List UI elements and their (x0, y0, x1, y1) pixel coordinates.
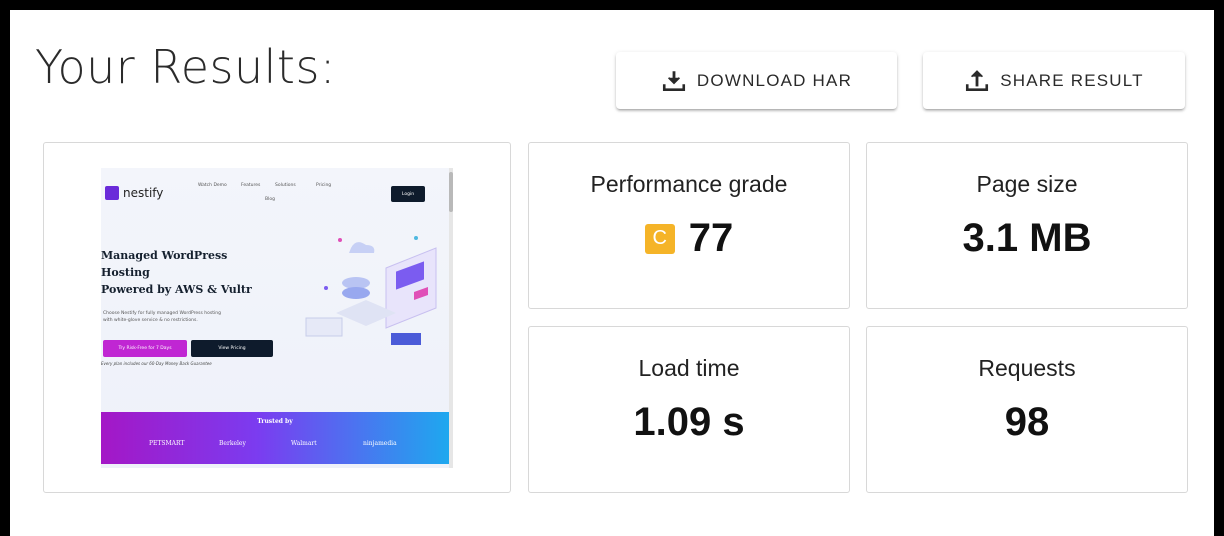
site-cta-secondary: View Pricing (191, 340, 273, 357)
results-panel: Your Results: DOWNLOAD HAR SHARE RESULT … (10, 10, 1214, 536)
page-size-value: 3.1 MB (962, 216, 1092, 260)
page-size-label: Page size (976, 171, 1078, 197)
download-icon (662, 70, 685, 91)
load-time-label: Load time (638, 355, 740, 381)
site-subtext: Choose Nestify for fully managed WordPre… (103, 310, 221, 324)
load-time-card: Load time 1.09 s (528, 326, 850, 493)
requests-value: 98 (1004, 400, 1050, 444)
performance-grade-value: C 77 (644, 216, 734, 261)
site-headline: Managed WordPress Hosting Powered by AWS… (101, 247, 252, 298)
share-result-label: SHARE RESULT (1000, 70, 1144, 90)
screenshot-scroll-thumb (449, 172, 453, 212)
brand-logo: PETSMART (149, 440, 185, 447)
trusted-by-band: Trusted by PETSMART Berkeley Walmart nin… (101, 412, 449, 464)
site-login-button: Login (391, 186, 425, 202)
screenshot-scrollbar (449, 168, 453, 468)
requests-label: Requests (978, 355, 1076, 381)
brand-logo: Walmart (291, 440, 317, 447)
trusted-by-title: Trusted by (257, 418, 293, 425)
brand-logo: ninjamedia (363, 440, 397, 447)
site-nav-item: Watch Demo (198, 183, 227, 188)
download-har-button[interactable]: DOWNLOAD HAR (616, 52, 897, 109)
site-logo-text: nestify (123, 186, 164, 200)
requests-card: Requests 98 (866, 326, 1188, 493)
isometric-illustration (305, 236, 437, 345)
brand-logo: Berkeley (219, 440, 246, 447)
performance-grade-label: Performance grade (590, 171, 788, 197)
nestify-logo-icon (105, 186, 119, 200)
site-nav-item: Blog (265, 197, 275, 202)
site-nav-item: Features (241, 183, 261, 188)
website-screenshot-card: nestify Watch Demo Features Solutions Pr… (43, 142, 511, 493)
performance-grade-card: Performance grade C 77 (528, 142, 850, 309)
subtext-line: with white-glove service & no restrictio… (103, 318, 198, 323)
headline-line: Powered by AWS & Vultr (101, 283, 252, 296)
page-title: Your Results: (35, 40, 336, 94)
load-time-value: 1.09 s (633, 400, 745, 444)
page-size-card: Page size 3.1 MB (866, 142, 1188, 309)
subtext-line: Choose Nestify for fully managed WordPre… (103, 311, 221, 316)
performance-score: 77 (688, 216, 734, 260)
site-cta-primary: Try Risk-Free for 7 Days (103, 340, 187, 357)
grade-badge: C (644, 223, 675, 254)
share-result-button[interactable]: SHARE RESULT (923, 52, 1185, 109)
headline-line: Managed WordPress (101, 249, 228, 262)
download-har-label: DOWNLOAD HAR (696, 70, 853, 90)
headline-line: Hosting (101, 266, 150, 279)
site-nav-item: Solutions (275, 183, 296, 188)
site-guarantee-note: Every plan includes our 60-Day Money Bac… (101, 361, 212, 366)
upload-icon (966, 69, 989, 91)
site-nav-item: Pricing (316, 183, 332, 188)
website-screenshot: nestify Watch Demo Features Solutions Pr… (101, 168, 453, 468)
